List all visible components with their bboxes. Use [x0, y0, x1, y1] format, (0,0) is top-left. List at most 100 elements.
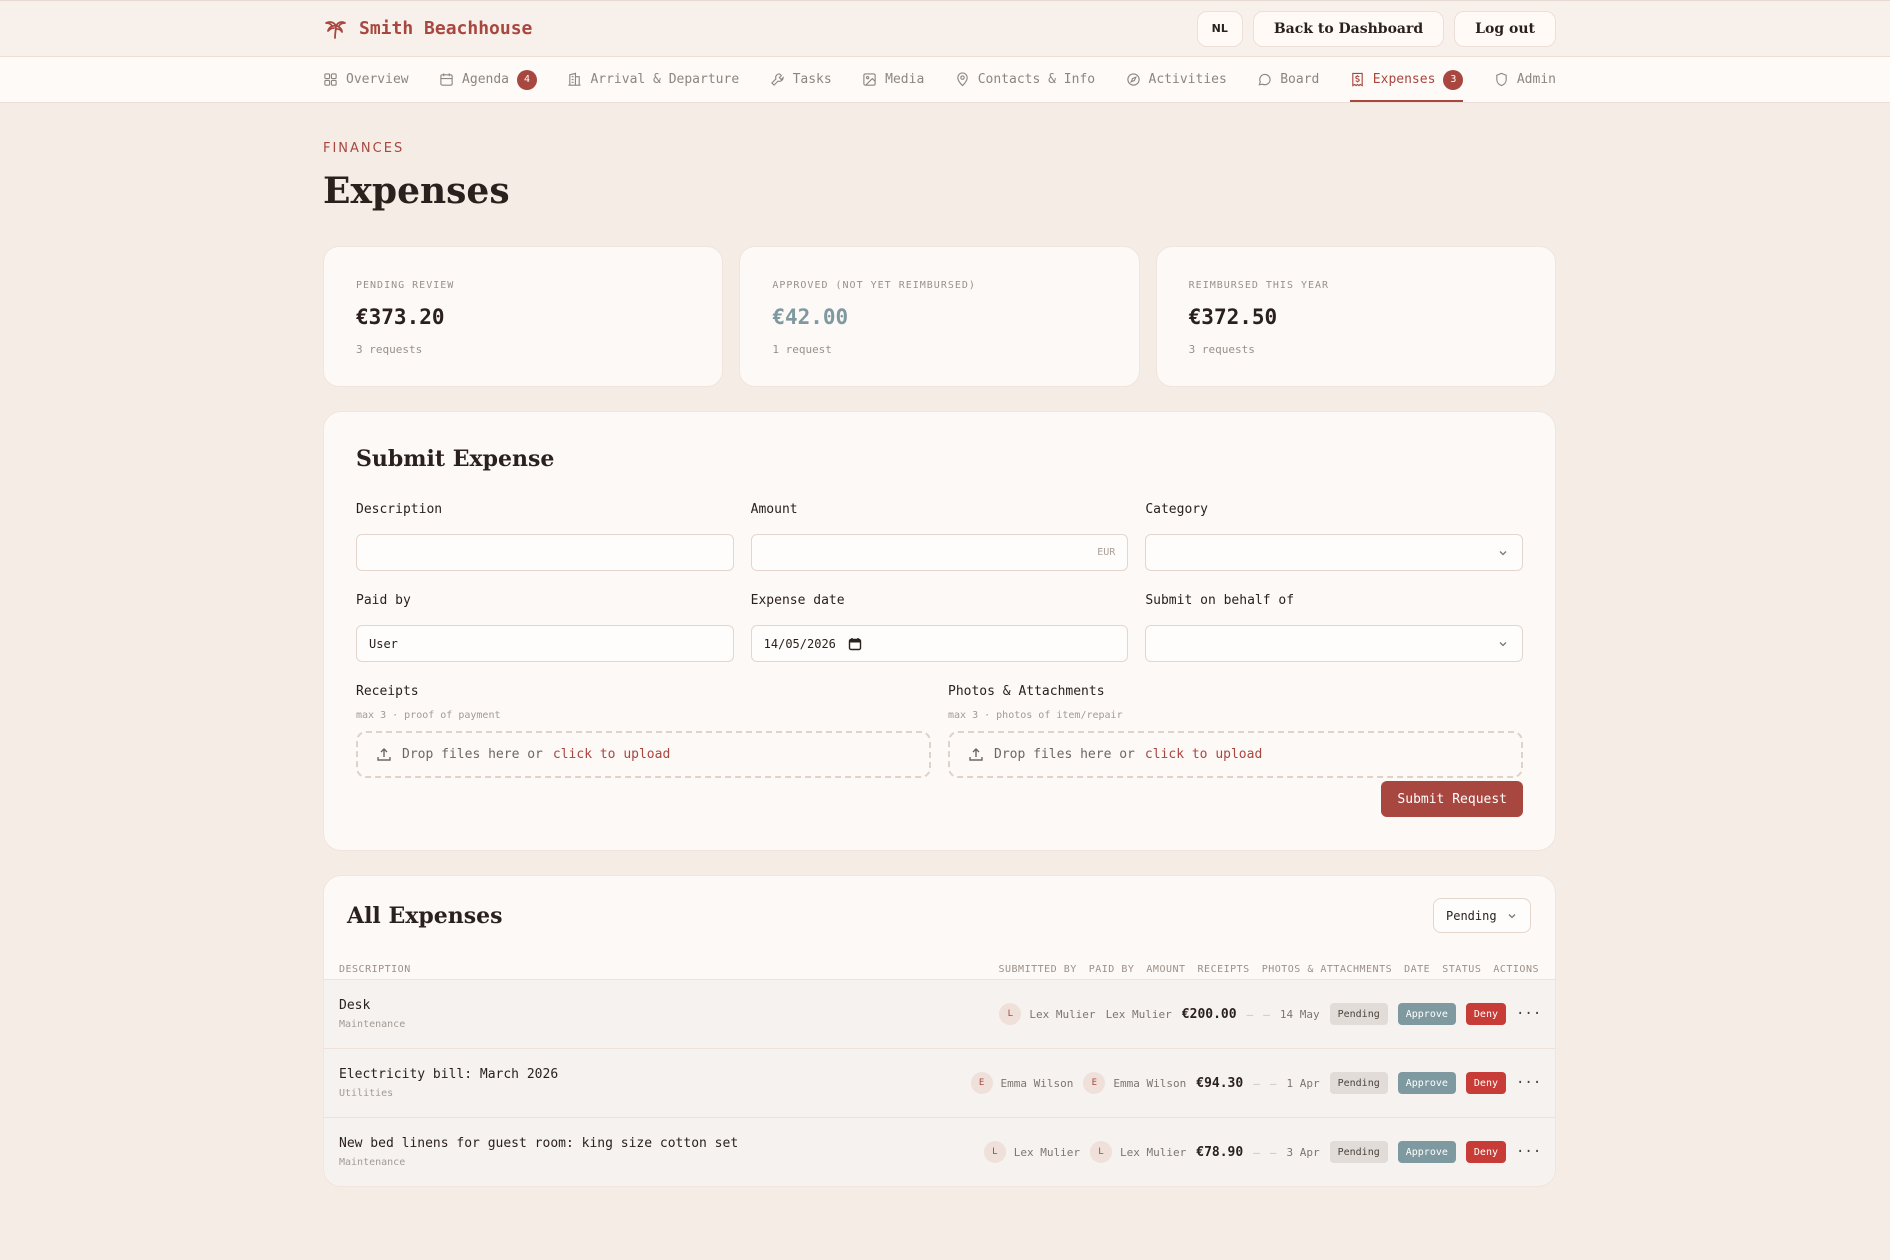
stat-card-approved: APPROVED (NOT YET REIMBURSED) €42.00 1 r…: [739, 246, 1140, 387]
back-to-dashboard-button[interactable]: Back to Dashboard: [1252, 10, 1445, 47]
more-actions-icon[interactable]: ···: [1516, 1075, 1541, 1091]
tab-label: Activities: [1148, 72, 1227, 87]
row-category: Maintenance: [339, 1157, 406, 1168]
drop-text: Drop files here or: [402, 747, 543, 762]
row-amount: €78.90: [1196, 1144, 1244, 1160]
description-input[interactable]: [356, 534, 734, 571]
stat-sub: 3 requests: [356, 343, 423, 356]
receipts-dropzone[interactable]: Drop files here or click to upload: [356, 731, 931, 778]
status-badge: Pending: [1329, 1072, 1388, 1094]
expenses-count-badge: 3: [1443, 69, 1464, 90]
submitted-by: Lex Mulier: [1029, 1007, 1096, 1021]
brand[interactable]: Smith Beachhouse: [323, 17, 532, 41]
tab-overview[interactable]: Overview: [323, 57, 409, 102]
main-content: FINANCES Expenses PENDING REVIEW €373.20…: [323, 103, 1556, 1187]
receipts-hint: max 3 · proof of payment: [356, 710, 501, 721]
language-toggle-button[interactable]: NL: [1196, 10, 1243, 47]
stats-row: PENDING REVIEW €373.20 3 requests APPROV…: [323, 246, 1556, 387]
tab-agenda[interactable]: Agenda 4: [439, 57, 538, 102]
page-title: Expenses: [323, 170, 510, 212]
stat-label: APPROVED (NOT YET REIMBURSED): [772, 280, 976, 291]
avatar: L: [999, 1003, 1022, 1025]
status-badge: Pending: [1329, 1141, 1388, 1163]
compass-icon: [1126, 73, 1140, 86]
tab-media[interactable]: Media: [862, 57, 924, 102]
paid-by-input[interactable]: User: [356, 625, 734, 662]
approve-button[interactable]: Approve: [1397, 1003, 1456, 1025]
row-description: Electricity bill: March 2026: [339, 1067, 559, 1082]
photos-dropzone[interactable]: Drop files here or click to upload: [948, 731, 1523, 778]
tab-tasks[interactable]: Tasks: [770, 57, 832, 102]
approve-button[interactable]: Approve: [1397, 1141, 1456, 1163]
receipt-icon: [1352, 72, 1363, 87]
paid-by-label: Paid by: [356, 593, 411, 608]
chat-icon: [1258, 73, 1271, 86]
paid-by: Emma Wilson: [1113, 1076, 1187, 1090]
tab-board[interactable]: Board: [1257, 57, 1319, 102]
tab-label: Admin: [1516, 72, 1556, 87]
status-badge: Pending: [1329, 1003, 1388, 1025]
drop-text: Drop files here or: [994, 747, 1135, 762]
approve-button[interactable]: Approve: [1397, 1072, 1456, 1094]
avatar: E: [1083, 1072, 1106, 1094]
receipts-empty: –: [1253, 1145, 1260, 1159]
submit-on-behalf-select[interactable]: [1145, 625, 1523, 662]
stat-value: €373.20: [356, 305, 445, 329]
col-paid-by: PAID BY: [1088, 963, 1135, 975]
submit-request-button[interactable]: Submit Request: [1381, 781, 1523, 817]
click-to-upload-link[interactable]: click to upload: [553, 747, 670, 762]
deny-button[interactable]: Deny: [1465, 1141, 1506, 1163]
status-filter-select[interactable]: Pending: [1433, 898, 1531, 933]
category-select[interactable]: [1145, 534, 1523, 571]
col-actions: ACTIONS: [1493, 963, 1539, 975]
row-description: New bed linens for guest room: king size…: [339, 1136, 739, 1151]
section-eyebrow: FINANCES: [323, 141, 405, 156]
logout-button[interactable]: Log out: [1454, 10, 1556, 47]
chevron-down-icon: [1499, 641, 1507, 646]
tab-activities[interactable]: Activities: [1126, 57, 1227, 102]
table-row[interactable]: New bed linens for guest room: king size…: [324, 1117, 1555, 1186]
col-submitted-by: SUBMITTED BY: [998, 963, 1077, 975]
click-to-upload-link[interactable]: click to upload: [1145, 747, 1262, 762]
tab-label: Tasks: [792, 72, 832, 87]
col-amount: AMOUNT: [1146, 963, 1186, 975]
palm-tree-icon: [325, 20, 346, 39]
deny-button[interactable]: Deny: [1465, 1072, 1506, 1094]
tab-arrival-departure[interactable]: Arrival & Departure: [567, 57, 739, 102]
grid-icon: [324, 73, 337, 86]
category-label: Category: [1145, 502, 1208, 517]
avatar: L: [1090, 1141, 1113, 1163]
currency-suffix: EUR: [1097, 547, 1116, 558]
filter-value: Pending: [1446, 908, 1497, 923]
stat-label: REIMBURSED THIS YEAR: [1188, 280, 1330, 291]
table-row[interactable]: Desk Maintenance L Lex Mulier Lex Mulier…: [324, 979, 1555, 1048]
calendar-icon[interactable]: [848, 637, 862, 651]
submitted-by: Lex Mulier: [1013, 1145, 1081, 1159]
stat-card-reimbursed: REIMBURSED THIS YEAR €372.50 3 requests: [1155, 246, 1556, 387]
main-nav: Overview Agenda 4 Arrival & Departure Ta…: [0, 57, 1890, 103]
col-receipts: RECEIPTS: [1197, 963, 1250, 975]
expense-date-input[interactable]: 14/05/2026: [750, 625, 1129, 662]
submitted-by: Emma Wilson: [1000, 1076, 1074, 1090]
tab-label: Arrival & Departure: [590, 72, 740, 87]
deny-button[interactable]: Deny: [1465, 1003, 1506, 1025]
amount-label: Amount: [750, 502, 798, 517]
row-amount: €200.00: [1181, 1006, 1237, 1022]
paid-by: Lex Mulier: [1120, 1145, 1187, 1159]
amount-input[interactable]: EUR: [750, 534, 1129, 571]
tab-contacts-info[interactable]: Contacts & Info: [955, 57, 1095, 102]
stat-card-pending: PENDING REVIEW €373.20 3 requests: [323, 246, 724, 387]
tab-expenses[interactable]: Expenses 3: [1349, 57, 1464, 102]
photos-empty: –: [1263, 1007, 1270, 1021]
pin-icon: [956, 72, 968, 87]
more-actions-icon[interactable]: ···: [1516, 1144, 1541, 1160]
behalf-label: Submit on behalf of: [1145, 593, 1295, 608]
paid-by: Lex Mulier: [1105, 1007, 1172, 1021]
table-row[interactable]: Electricity bill: March 2026 Utilities E…: [324, 1048, 1555, 1117]
row-description: Desk: [339, 998, 371, 1013]
description-label: Description: [356, 502, 443, 517]
more-actions-icon[interactable]: ···: [1516, 1006, 1541, 1022]
image-icon: [863, 73, 876, 86]
tab-admin[interactable]: Admin: [1494, 57, 1556, 102]
tab-label: Overview: [346, 72, 409, 87]
